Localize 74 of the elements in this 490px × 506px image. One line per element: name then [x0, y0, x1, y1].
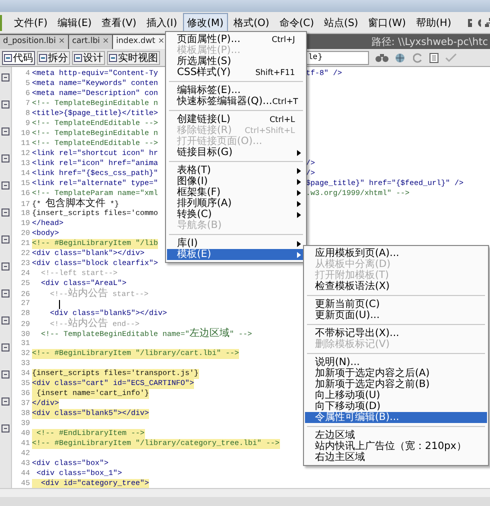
check-icon[interactable] [445, 52, 457, 62]
menu-item[interactable]: 编辑(E) [54, 12, 96, 32]
menu-item[interactable]: 模板(E) [167, 249, 305, 260]
logo-icon [0, 14, 2, 30]
tool-icon[interactable] [1, 316, 10, 325]
menu-item[interactable]: 说明(N)... [305, 357, 487, 368]
menu-item[interactable]: 左边区域 [305, 430, 487, 441]
menu-item[interactable]: 右边主区域 [305, 452, 487, 463]
menu-item[interactable]: 站点(S) [320, 12, 362, 32]
title-field[interactable]: le} [306, 50, 369, 64]
menu-item[interactable]: 站内快讯上广告位（宽：210px） [305, 441, 487, 452]
menu-item[interactable]: 所选属性(S) [167, 56, 305, 67]
tool-icon[interactable] [1, 262, 10, 271]
tool-icon[interactable] [1, 343, 10, 352]
menu-item[interactable]: 排列顺序(A) [167, 198, 305, 209]
globe-icon[interactable] [395, 52, 407, 62]
tool-icon[interactable] [1, 127, 10, 136]
menu-item[interactable]: 框架集(F) [167, 187, 305, 198]
menu-item[interactable]: 向上移动项(U) [305, 390, 487, 401]
binoculars-icon[interactable] [375, 52, 389, 62]
menu-item[interactable]: 文件(F) [10, 12, 52, 32]
view-button[interactable]: 设计 [72, 50, 105, 64]
tool-icon[interactable] [1, 370, 10, 379]
menu-item[interactable]: 应用模板到页(A)... [305, 248, 487, 259]
view-button[interactable]: 拆分 [37, 50, 70, 64]
view-icon [74, 54, 82, 62]
hierarchy-icon[interactable] [485, 18, 490, 28]
tool-icon[interactable] [1, 235, 10, 244]
view-button[interactable]: 代码 [2, 50, 35, 64]
menu-item[interactable]: 插入(I) [142, 12, 182, 32]
view-icon [39, 54, 47, 62]
file-path: 路径: \\Lyxshweb-pc\htc [371, 36, 489, 48]
tool-icon[interactable] [1, 181, 10, 190]
tool-icon[interactable] [1, 154, 10, 163]
menu-item[interactable]: 窗口(W) [364, 12, 410, 32]
menu-item[interactable]: 页面属性(P)... Ctrl+J [167, 34, 305, 45]
menu-item[interactable]: 检查模板语法(X) [305, 281, 487, 292]
menu-item[interactable]: 不带标记导出(X)... [305, 328, 487, 339]
document-icon[interactable] [429, 52, 439, 62]
menu-item[interactable]: 编辑标签(E)... [167, 85, 305, 96]
tool-icon[interactable] [1, 424, 10, 433]
view-button[interactable]: 实时视图 [107, 50, 160, 64]
menu-item[interactable]: 创建链接(L) Ctrl+L [167, 114, 305, 125]
menu-item[interactable]: 格式(O) [230, 12, 274, 32]
tool-icon[interactable] [1, 100, 10, 109]
menu-item[interactable]: 帮助(H) [412, 12, 456, 32]
file-tab[interactable]: d_position.lbi × [0, 35, 68, 49]
horizontal-scrollbar[interactable] [0, 488, 490, 497]
tool-icon[interactable] [1, 397, 10, 406]
file-tab[interactable]: index.dwt × [113, 35, 168, 49]
tool-icon[interactable] [1, 208, 10, 217]
menu-item[interactable]: 快速标签编辑器(Q)...Ctrl+T [167, 96, 305, 107]
menu-item[interactable]: 令属性可编辑(B)... [305, 412, 487, 423]
menu-item[interactable]: 加新项于选定内容之前(B) [305, 379, 487, 390]
menu-item[interactable]: 修改(M) [183, 12, 228, 32]
menu-item[interactable]: 加新项于选定内容之后(A) [305, 368, 487, 379]
menu-item[interactable]: 表格(T) [167, 165, 305, 176]
view-icon [4, 54, 12, 62]
menu-item[interactable]: 库(I) [167, 238, 305, 249]
menu-item[interactable]: CSS样式(Y) Shift+F11 [167, 67, 305, 78]
menu-item[interactable]: 更新当前页(C) [305, 299, 487, 310]
file-tab[interactable]: cart.lbi × [69, 35, 112, 49]
menu-item[interactable]: 命令(C) [275, 12, 318, 32]
menu-item[interactable]: 转换(C) [167, 209, 305, 220]
menu-item[interactable]: 查看(V) [98, 12, 140, 32]
menu-item[interactable]: 图像(I) [167, 176, 305, 187]
tool-icon[interactable] [1, 289, 10, 298]
menu-item[interactable]: 向下移动项(D) [305, 401, 487, 412]
tool-icon[interactable] [1, 73, 10, 82]
menu-item[interactable]: 更新页面(U)... [305, 310, 487, 321]
menu-item[interactable]: 链接目标(G) [167, 147, 305, 158]
view-icon [109, 54, 117, 62]
layout-icon[interactable] [467, 18, 472, 28]
gear-icon[interactable] [476, 18, 482, 28]
